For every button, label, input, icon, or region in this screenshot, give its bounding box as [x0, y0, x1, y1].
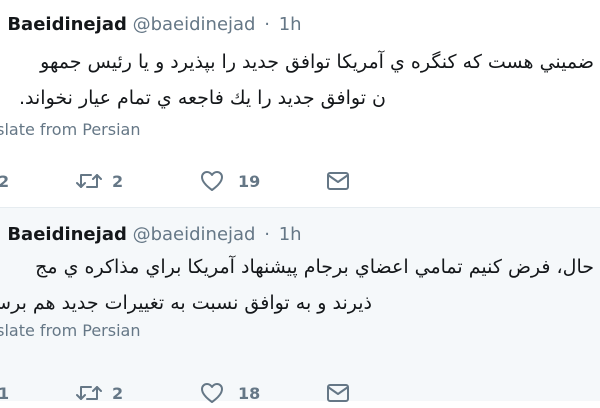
heart-icon [200, 382, 224, 404]
translate-link[interactable]: nslate from Persian [0, 120, 140, 139]
direct-message-button[interactable] [326, 166, 350, 196]
retweet-button[interactable]: 2 [76, 378, 123, 408]
timestamp[interactable]: 1h [279, 224, 302, 245]
timestamp[interactable]: 1h [279, 14, 302, 35]
translate-link[interactable]: nslate from Persian [0, 321, 140, 340]
retweet-icon [76, 170, 102, 192]
envelope-icon [326, 171, 350, 191]
tweet-text-line: ضميني هست كه كنگره ي آمريكا توافق جديد ر… [40, 51, 594, 73]
tweet-text-line: ذيرند و به توافق نسبت به تغييرات جديد هم… [0, 292, 372, 314]
heart-icon [200, 170, 224, 192]
reply-button[interactable]: 2 [0, 166, 9, 196]
like-button[interactable]: 18 [200, 378, 260, 408]
separator: · [264, 14, 270, 35]
separator: · [264, 224, 270, 245]
envelope-icon [326, 383, 350, 403]
author-handle[interactable]: @baeidinejad [133, 14, 256, 35]
direct-message-button[interactable] [326, 378, 350, 408]
author-name[interactable]: id Baeidinejad [0, 14, 127, 35]
tweet[interactable]: id Baeidinejad @baeidinejad · 1h حال، فر… [0, 207, 600, 403]
tweet[interactable]: id Baeidinejad @baeidinejad · 1h ضميني ه… [0, 0, 600, 207]
tweet-text-line: ن توافق جديد را يك فاجعه ي تمام عيار نخو… [18, 87, 386, 109]
author-handle[interactable]: @baeidinejad [133, 224, 256, 245]
like-button[interactable]: 19 [200, 166, 260, 196]
tweet-header: id Baeidinejad @baeidinejad · 1h [0, 220, 302, 250]
reply-count: 2 [0, 171, 10, 191]
reply-button[interactable]: 1 [0, 378, 9, 408]
like-count: 19 [238, 171, 261, 191]
tweet-text-line: حال، فرض كنيم تمامي اعضاي برجام پيشنهاد … [35, 256, 594, 278]
tweet-header: id Baeidinejad @baeidinejad · 1h [0, 10, 302, 40]
retweet-icon [76, 382, 102, 404]
retweet-count: 2 [112, 171, 124, 191]
tweet-actions: 1 2 18 [0, 378, 600, 408]
tweet-actions: 2 2 19 [0, 166, 600, 196]
author-name[interactable]: id Baeidinejad [0, 224, 127, 245]
retweet-button[interactable]: 2 [76, 166, 123, 196]
